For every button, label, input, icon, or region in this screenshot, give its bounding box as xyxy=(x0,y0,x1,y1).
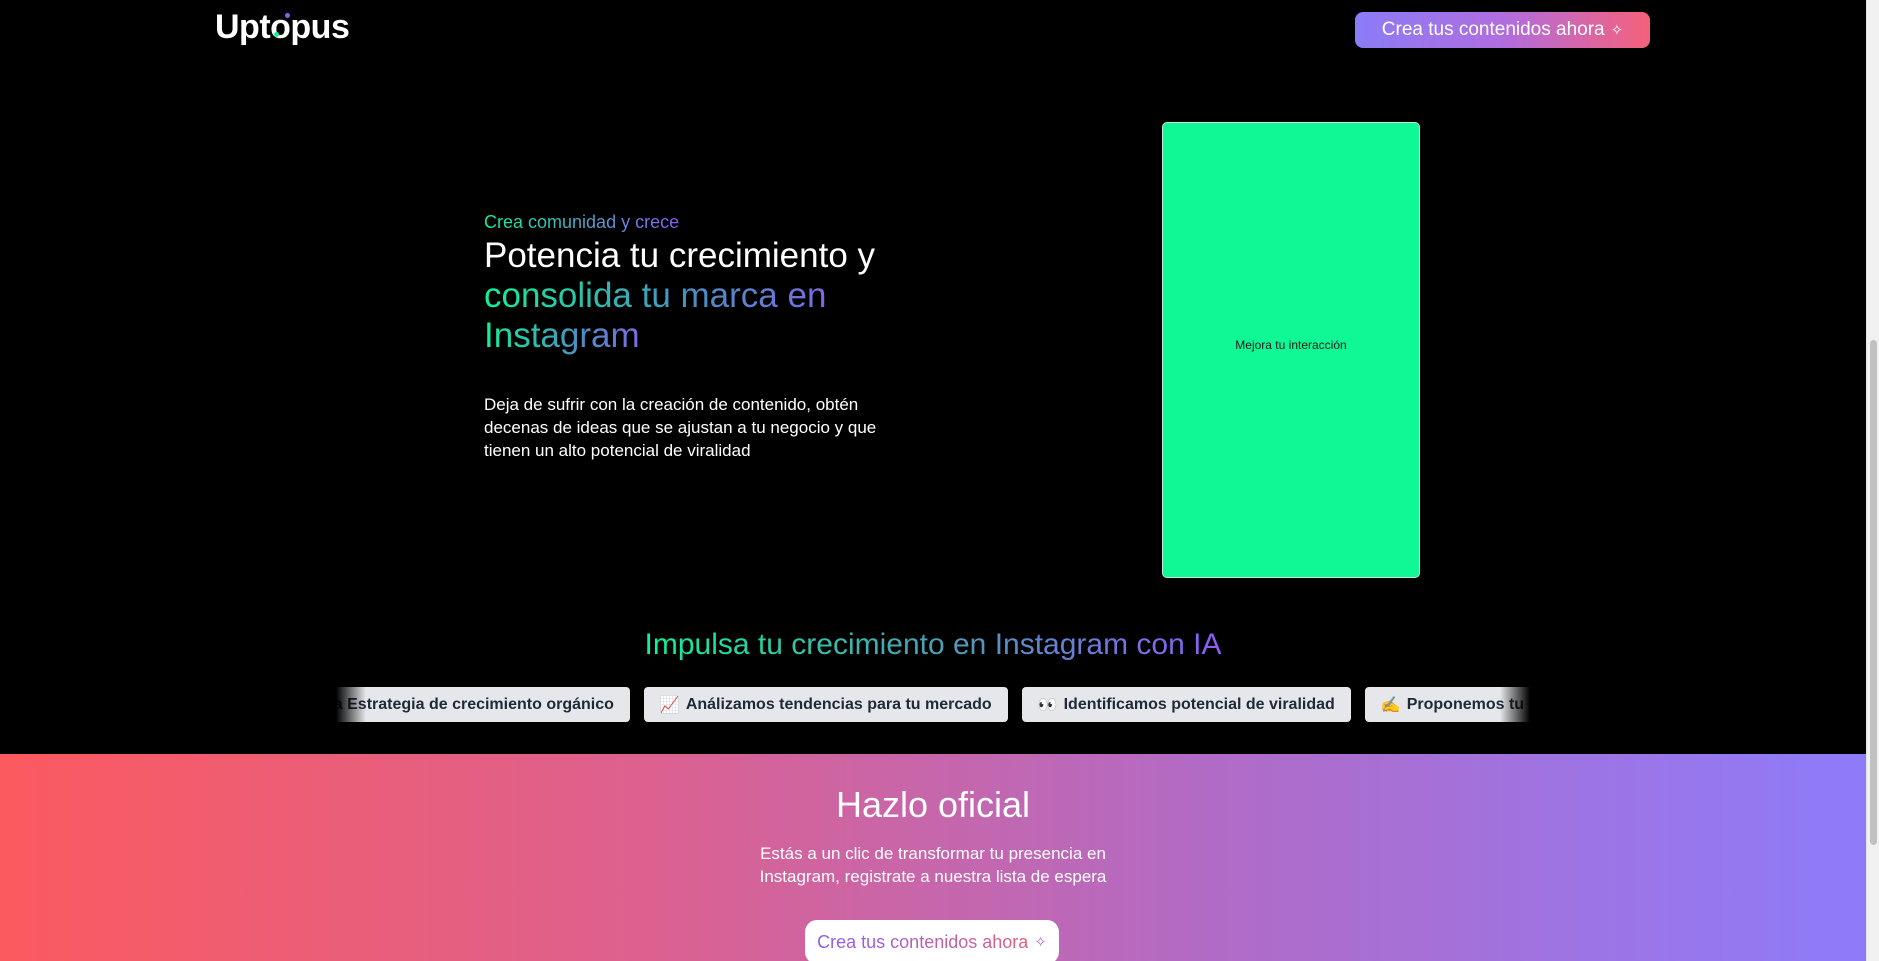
sparkles-icon: ✧ xyxy=(1034,934,1047,951)
landing-page: Uptopus Crea tus contenidos ahora ✧ Crea… xyxy=(0,0,1866,961)
features-title-text: Impulsa tu crecimiento en Instagram con … xyxy=(644,628,1222,661)
marquee-track: s la Estrategia de crecimiento orgánico … xyxy=(336,687,1530,722)
phone-preview: Mejora tu interacción xyxy=(1162,122,1420,578)
scrollbar-thumb[interactable] xyxy=(1870,340,1877,845)
sparkles-icon: ✧ xyxy=(1610,22,1624,39)
feature-chip: 📈 Análizamos tendencias para tu mercado xyxy=(643,687,1008,722)
cta-band-button[interactable]: Crea tus contenidos ahora ✧ xyxy=(805,920,1059,961)
hero-title: Potencia tu crecimiento y consolida tu m… xyxy=(484,236,924,356)
logo-purple-dot xyxy=(285,13,290,18)
uptopus-logo[interactable]: Uptopus xyxy=(215,8,350,47)
logo-green-dot xyxy=(274,32,279,37)
header-cta-button[interactable]: Crea tus contenidos ahora ✧ xyxy=(1355,12,1650,48)
hero-title-plain: Potencia tu crecimiento y xyxy=(484,236,876,275)
header-cta-label: Crea tus contenidos ahora xyxy=(1381,19,1605,40)
eyes-icon: 👀 xyxy=(1037,696,1058,714)
cta-band-title: Hazlo oficial xyxy=(835,784,1031,825)
writing-hand-icon: ✍️ xyxy=(1380,696,1401,714)
vertical-scrollbar[interactable] xyxy=(1866,0,1879,961)
cta-band-subtitle: Estás a un clic de transformar tu presen… xyxy=(759,844,1107,886)
hero-title-highlight-line3: Instagram xyxy=(484,316,640,355)
cta-band: Hazlo oficial Estás a un clic de transfo… xyxy=(0,754,1866,961)
phone-preview-label: Mejora tu interacción xyxy=(1235,338,1347,352)
hero-subtitle: Deja de sufrir con la creación de conten… xyxy=(484,395,877,460)
chip-label: Identificamos potencial de viralidad xyxy=(1063,695,1335,713)
feature-chip: s la Estrategia de crecimiento orgánico xyxy=(336,687,630,722)
marquee-fade-right xyxy=(1500,687,1530,723)
marquee-fade-left xyxy=(336,687,366,723)
features-title: Impulsa tu crecimiento en Instagram con … xyxy=(0,628,1866,662)
chart-increasing-icon: 📈 xyxy=(659,696,680,714)
chip-label: Análizamos tendencias para tu mercado xyxy=(685,695,992,713)
hero-kicker: Crea comunidad y crece xyxy=(484,212,680,232)
feature-chip: 👀 Identificamos potencial de viralidad xyxy=(1021,687,1351,722)
hero-title-highlight-line2: consolida tu marca en xyxy=(484,276,827,315)
chip-label: s la Estrategia de crecimiento orgánico xyxy=(336,695,614,713)
cta-band-button-label: Crea tus contenidos ahora xyxy=(817,931,1029,952)
features-marquee: s la Estrategia de crecimiento orgánico … xyxy=(336,687,1530,723)
